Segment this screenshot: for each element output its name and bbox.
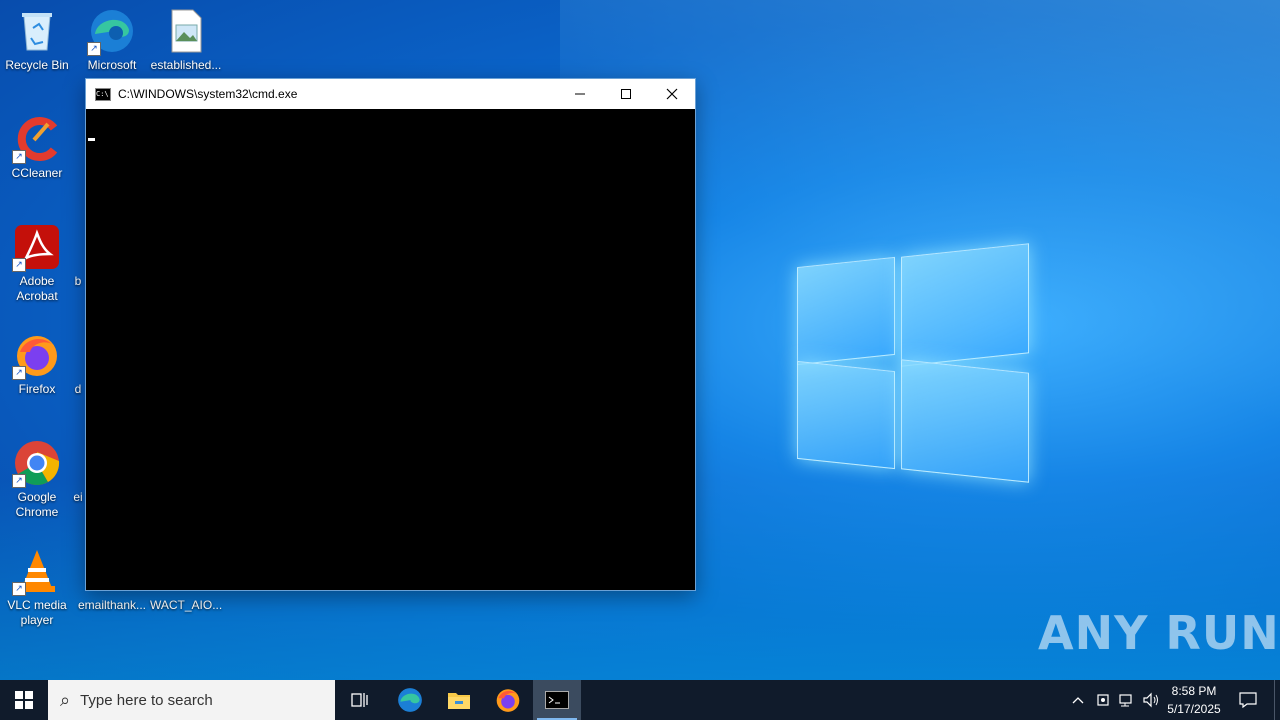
start-button[interactable] [0, 680, 48, 720]
minimize-button[interactable] [557, 79, 603, 109]
cmd-window[interactable]: C:\ C:\WINDOWS\system32\cmd.exe [85, 78, 696, 591]
task-view-button[interactable] [336, 680, 384, 720]
network-icon [1119, 694, 1132, 707]
ccleaner-icon: ↗ [12, 116, 60, 164]
desktop-icon-label: Microsoft Edge [87, 58, 137, 72]
vlc-icon: ↗ [12, 548, 60, 596]
taskbar: ⌕ Type here to search 8:58 PM 5/17/2025 [0, 680, 1280, 720]
clock-date: 5/17/2025 [1167, 702, 1221, 716]
acrobat-icon: ↗ [12, 224, 60, 272]
chevron-up-icon [1072, 697, 1084, 704]
desktop-icon-microsoft-edge[interactable]: ↗ Microsoft Edge [76, 8, 148, 73]
firefox-icon: ↗ [12, 332, 60, 380]
desktop-icon-label: emailthank... [77, 598, 147, 612]
desktop-icon-established[interactable]: established... [150, 8, 222, 73]
taskbar-cmd-button[interactable] [533, 680, 581, 720]
taskbar-file-explorer-button[interactable] [435, 680, 483, 720]
desktop-icon-label: Recycle Bin [5, 58, 69, 72]
desktop-icon-vlc[interactable]: ↗ VLC media player [1, 548, 73, 628]
console-cursor [88, 138, 95, 141]
device-icon [1097, 694, 1109, 706]
task-view-icon [351, 693, 368, 707]
maximize-button[interactable] [603, 79, 649, 109]
image-file-icon [163, 8, 209, 54]
taskbar-search-box[interactable]: ⌕ Type here to search [48, 680, 335, 720]
network-button[interactable] [1116, 680, 1138, 720]
window-title: C:\WINDOWS\system32\cmd.exe [118, 87, 298, 101]
edge-icon: ↗ [87, 8, 135, 56]
desktop-icon-label: VLC media player [7, 598, 67, 627]
taskbar-edge-button[interactable] [386, 680, 434, 720]
cmd-app-icon: C:\ [95, 87, 111, 101]
show-desktop-button[interactable] [1274, 680, 1280, 720]
taskbar-clock[interactable]: 8:58 PM 5/17/2025 [1158, 682, 1230, 718]
desktop-icon-ccleaner[interactable]: ↗ CCleaner [1, 116, 73, 181]
console-area[interactable] [86, 109, 695, 590]
folder-icon [448, 693, 470, 709]
search-icon: ⌕ [60, 689, 71, 710]
desktop-icon-recycle-bin[interactable]: Recycle Bin [1, 8, 73, 73]
show-hidden-icons-button[interactable] [1068, 680, 1088, 720]
clock-time: 8:58 PM [1171, 684, 1217, 698]
maximize-icon [621, 89, 631, 99]
taskbar-firefox-button[interactable] [484, 680, 532, 720]
anyrun-watermark: ANY RUN [1038, 606, 1280, 660]
desktop-icon-label: WACT_AIO... [150, 598, 223, 612]
edge-icon [398, 688, 422, 712]
cmd-icon [545, 691, 569, 709]
windows-logo-wallpaper [795, 242, 1030, 483]
minimize-icon [575, 93, 585, 95]
windows-start-icon [15, 691, 33, 709]
desktop-icon-label: CCleaner [11, 166, 63, 180]
close-button[interactable] [649, 79, 695, 109]
search-placeholder: Type here to search [80, 691, 213, 709]
recycle-bin-icon [14, 8, 60, 54]
close-icon [666, 88, 678, 100]
chrome-icon: ↗ [12, 440, 60, 488]
firefox-icon [496, 689, 520, 712]
notification-icon [1239, 692, 1257, 708]
desktop-icon-google-chrome[interactable]: ↗ Google Chrome [1, 440, 73, 520]
desktop-icon-adobe-acrobat[interactable]: ↗ Adobe Acrobat [1, 224, 73, 304]
action-center-button[interactable] [1234, 680, 1262, 720]
tray-app-icon[interactable] [1092, 680, 1114, 720]
cmd-titlebar[interactable]: C:\ C:\WINDOWS\system32\cmd.exe [86, 79, 695, 109]
desktop-icon-label: established... [150, 58, 222, 72]
